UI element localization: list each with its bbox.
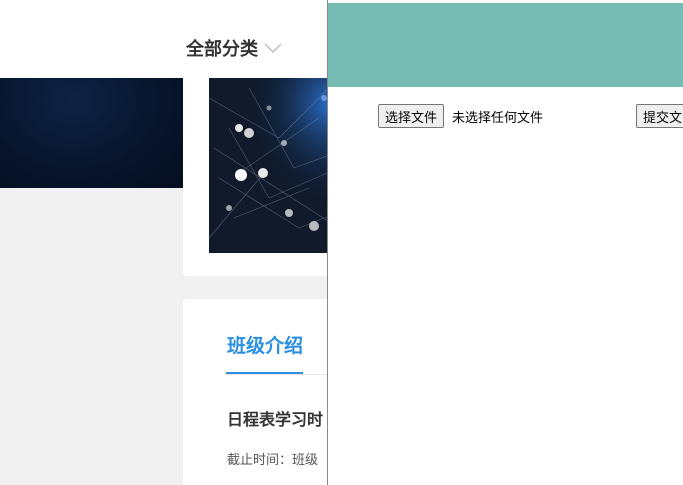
course-title: 日程表学习时 (227, 410, 324, 429)
submit-button[interactable]: 提交文 (636, 104, 683, 128)
course-cover-card (183, 78, 349, 276)
chevron-down-icon (264, 43, 282, 54)
deadline-text: 截止时间：班级 (227, 453, 319, 468)
file-status-text: 未选择任何文件 (452, 111, 544, 126)
choose-file-button[interactable]: 选择文件 (378, 104, 445, 128)
class-intro-card: 班级介绍 日程表学习时 截止时间：班级 (183, 299, 343, 485)
panel-header (328, 3, 683, 87)
upload-panel: 选择文件 未选择任何文件 提交文 (327, 0, 683, 485)
category-label: 全部分类 (186, 39, 258, 60)
hero-banner-image (0, 78, 183, 188)
tab-divider (226, 374, 343, 375)
tab-class-intro[interactable]: 班级介绍 (227, 331, 303, 358)
category-dropdown[interactable]: 全部分类 (186, 36, 282, 60)
